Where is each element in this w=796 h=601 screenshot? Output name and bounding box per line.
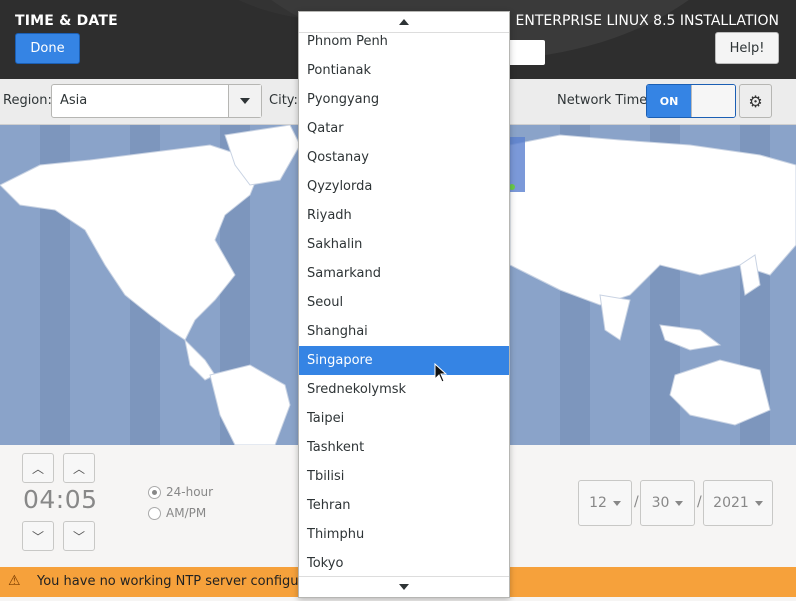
- region-dropdown-button[interactable]: [228, 85, 261, 117]
- region-label: Region:: [3, 93, 52, 108]
- chevron-up-icon: ︿: [31, 461, 44, 476]
- radio-ampm[interactable]: [148, 506, 161, 520]
- year-combobox[interactable]: 2021: [703, 480, 773, 526]
- hour-up-button[interactable]: ︿: [22, 453, 54, 483]
- scroll-down-button[interactable]: [299, 576, 509, 597]
- city-list-item[interactable]: Srednekolymsk: [299, 375, 509, 404]
- city-list-item[interactable]: Pontianak: [299, 56, 509, 85]
- city-list-item[interactable]: Tokyo: [299, 549, 509, 578]
- chevron-down-icon: [754, 500, 763, 506]
- month-combobox[interactable]: 12: [578, 480, 632, 526]
- ntp-config-button[interactable]: ⚙: [739, 84, 772, 118]
- city-list-item[interactable]: Tehran: [299, 491, 509, 520]
- city-list-item[interactable]: Qyzylorda: [299, 172, 509, 201]
- city-list: Phnom Penh Pontianak Pyongyang Qatar Qostana…: [299, 27, 509, 578]
- city-list-item[interactable]: Thimphu: [299, 520, 509, 549]
- date-separator: /: [634, 494, 639, 510]
- radio-24h[interactable]: [148, 485, 161, 499]
- city-list-item[interactable]: Samarkand: [299, 259, 509, 288]
- help-button[interactable]: Help!: [715, 32, 779, 64]
- spoke-title: TIME & DATE: [15, 13, 118, 29]
- region-combobox[interactable]: Asia: [51, 84, 262, 118]
- city-list-item[interactable]: Shanghai: [299, 317, 509, 346]
- network-time-label: Network Time: [557, 93, 648, 108]
- chevron-down-icon: [675, 500, 684, 506]
- day-combobox[interactable]: 30: [640, 480, 695, 526]
- chevron-down-icon: [240, 98, 250, 104]
- minute-up-button[interactable]: ︿: [63, 453, 95, 483]
- minute-down-button[interactable]: ﹀: [63, 521, 95, 551]
- chevron-down-icon: ﹀: [31, 529, 44, 544]
- warning-icon: ⚠: [8, 573, 21, 589]
- format-24h-label: 24-hour: [166, 485, 214, 499]
- city-list-item[interactable]: Tbilisi: [299, 462, 509, 491]
- region-value: Asia: [60, 93, 88, 108]
- keyboard-layout-indicator[interactable]: [505, 40, 545, 65]
- city-list-item[interactable]: Seoul: [299, 288, 509, 317]
- gear-icon: ⚙: [748, 91, 763, 111]
- format-ampm-option[interactable]: AM/PM: [148, 506, 206, 520]
- scroll-up-button[interactable]: [299, 12, 509, 33]
- chevron-down-icon: ﹀: [72, 529, 85, 544]
- switch-on-label: ON: [647, 85, 691, 117]
- warning-message: You have no working NTP server configure…: [37, 574, 320, 589]
- city-label: City:: [269, 93, 298, 108]
- city-dropdown-list[interactable]: Phnom Penh Pontianak Pyongyang Qatar Qostana…: [298, 11, 510, 598]
- day-value: 30: [651, 495, 670, 511]
- hour-down-button[interactable]: ﹀: [22, 521, 54, 551]
- city-list-item[interactable]: Pyongyang: [299, 85, 509, 114]
- chevron-up-icon: ︿: [72, 461, 85, 476]
- network-time-switch[interactable]: ON: [646, 84, 736, 118]
- date-separator: /: [697, 494, 702, 510]
- product-title: ENTERPRISE LINUX 8.5 INSTALLATION: [515, 13, 779, 29]
- city-list-item[interactable]: Qatar: [299, 114, 509, 143]
- arrow-down-icon: [399, 584, 409, 590]
- arrow-up-icon: [399, 19, 409, 25]
- city-list-item[interactable]: Riyadh: [299, 201, 509, 230]
- format-ampm-label: AM/PM: [166, 506, 207, 520]
- city-list-item[interactable]: Tashkent: [299, 433, 509, 462]
- format-24h-option[interactable]: 24-hour: [148, 485, 213, 499]
- city-list-item[interactable]: Singapore: [299, 346, 509, 375]
- city-list-item[interactable]: Qostanay: [299, 143, 509, 172]
- chevron-down-icon: [612, 500, 621, 506]
- city-list-item[interactable]: Sakhalin: [299, 230, 509, 259]
- time-display: 04:05: [23, 485, 98, 514]
- city-list-item[interactable]: Taipei: [299, 404, 509, 433]
- done-button[interactable]: Done: [15, 33, 80, 64]
- month-value: 12: [589, 495, 607, 511]
- year-value: 2021: [713, 495, 749, 511]
- mouse-pointer-icon: [434, 363, 448, 383]
- switch-knob[interactable]: [691, 85, 735, 117]
